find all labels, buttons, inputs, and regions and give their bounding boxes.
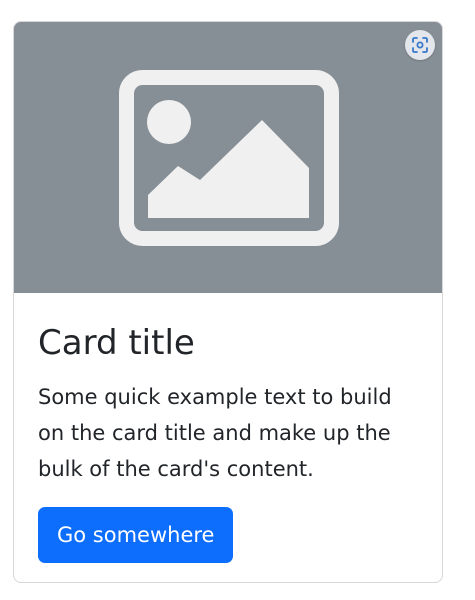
image-placeholder-icon: [119, 70, 339, 246]
card-image: [14, 22, 442, 293]
card-text: Some quick example text to build on the …: [38, 385, 392, 481]
card-body: Card title Some quick example text to bu…: [14, 293, 442, 563]
visual-search-button[interactable]: [405, 30, 435, 60]
go-somewhere-button[interactable]: Go somewhere: [38, 507, 234, 563]
card-title: Card title: [38, 323, 195, 363]
card: Card title Some quick example text to bu…: [13, 21, 443, 583]
visual-search-icon: [412, 37, 428, 53]
